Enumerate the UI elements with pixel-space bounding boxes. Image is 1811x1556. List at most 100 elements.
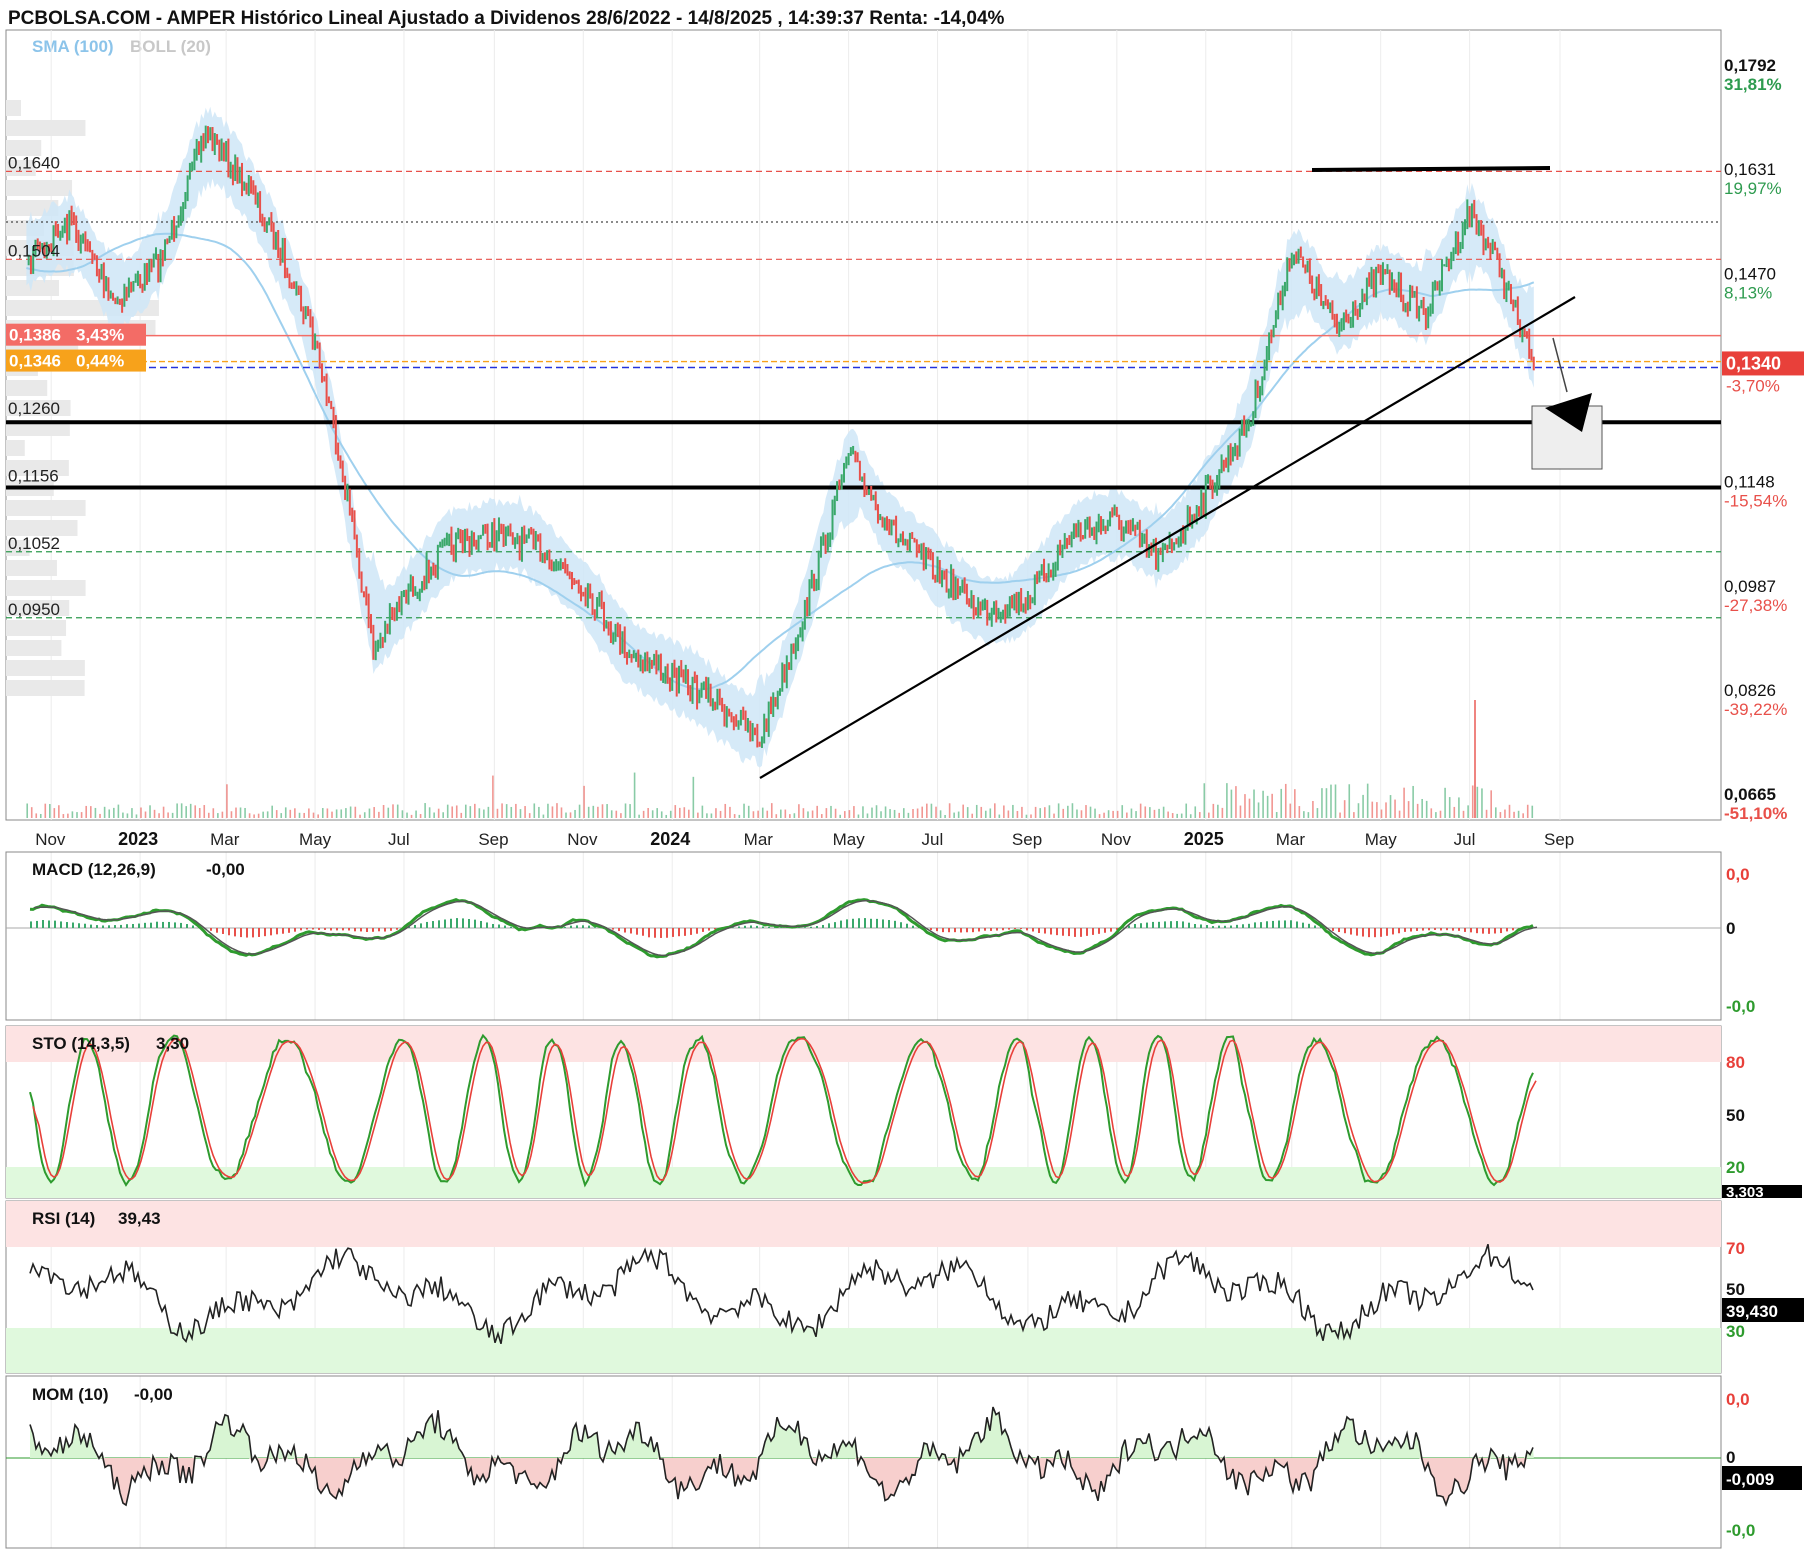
volume-bar [1513,811,1515,818]
volume-bar [1366,783,1369,818]
macd-histogram-bar [1110,928,1112,932]
macd-histogram-bar [1416,928,1418,931]
volume-bar [335,809,338,818]
volume-bar [647,808,649,818]
macd-histogram-bar [342,928,344,931]
macd-value: -0,00 [206,860,245,879]
macd-histogram-bar [1026,928,1028,931]
volume-bar [1380,809,1383,818]
macd-histogram-bar [690,928,692,935]
volume-bar [1235,786,1237,818]
volume-bar [321,808,324,818]
sto-axis-80: 80 [1726,1053,1745,1072]
volume-bar [108,809,111,818]
volume-bar [898,812,900,818]
volume-bar [303,812,305,818]
volume-bar [935,806,937,818]
volume-bar [1144,806,1147,818]
volume-bar [1208,812,1210,818]
macd-histogram-bar [1038,928,1040,933]
volume-bar [501,803,503,818]
volume-bar [349,806,352,818]
x-tick-label: May [1365,830,1398,849]
macd-histogram-bar [1482,928,1484,934]
volume-bar [1348,784,1351,818]
volume-bar [780,809,782,818]
macd-axis-mid: 0 [1726,919,1735,938]
volume-bar [701,805,704,818]
x-tick-label: 2023 [118,829,158,849]
macd-histogram-bar [156,921,158,928]
macd-histogram-bar [1014,928,1016,930]
volume-bar [880,811,882,818]
volume-bar [126,813,129,818]
volume-bar [729,806,731,818]
volume-bar [257,813,260,818]
profile-bar [6,660,85,676]
volume-bar [410,814,413,818]
volume-bar [998,814,1001,818]
macd-histogram-bar [864,918,866,928]
x-tick-label: 2024 [650,829,690,849]
volume-bar [1398,810,1401,818]
left-level-label: 0,0950 [8,600,60,619]
macd-histogram-bar [240,928,242,938]
volume-bar [1116,810,1119,818]
volume-bar [1162,806,1165,818]
macd-histogram-bar [498,924,500,928]
macd-histogram-bar [972,928,974,933]
volume-bar [424,803,426,818]
macd-histogram-bar [1074,928,1076,937]
volume-bar [1371,801,1374,818]
volume-bar [1025,814,1028,818]
volume-bar [226,784,228,818]
macd-histogram-bar [738,926,740,928]
volume-bar [1266,795,1269,818]
profile-bar [6,380,48,396]
macd-histogram-bar [1032,928,1034,932]
volume-bar [478,808,481,818]
macd-histogram-bar [162,921,164,928]
profile-bar [6,120,86,136]
volume-bar [975,804,978,818]
current-price-value: 0,1340 [1726,353,1781,373]
sto-value: 3,30 [156,1034,189,1053]
current-price-pct: -3,70% [1726,376,1780,395]
volume-bar [1334,784,1337,818]
right-axis-price: 0,0665 [1724,785,1776,804]
profile-bar [6,580,86,596]
volume-bar [793,813,796,818]
macd-histogram-bar [648,928,650,938]
volume-bar [1076,809,1078,818]
volume-bar [1067,805,1069,818]
volume-bar [775,814,778,818]
macd-histogram-bar [510,926,512,928]
macd-histogram-bar [870,918,872,928]
macd-histogram-bar [84,923,86,928]
macd-histogram-bar [1470,928,1472,933]
macd-histogram-bar [348,928,350,931]
volume-bar [1435,812,1437,818]
macd-histogram-bar [492,923,494,928]
macd-histogram-bar [1050,928,1052,935]
macd-histogram-bar [360,928,362,932]
macd-histogram-bar [468,919,470,928]
macd-histogram-bar [114,925,116,928]
macd-histogram-bar [1218,925,1220,928]
volume-bar [770,803,773,818]
volume-bar [1103,812,1105,818]
volume-bar [1362,794,1364,818]
macd-histogram-bar [324,928,326,930]
chart-title: PCBOLSA.COM - AMPER Histórico Lineal Aju… [8,8,1005,29]
volume-bar [71,811,74,818]
volume-bar [1021,806,1023,818]
volume-bar [556,803,558,818]
volume-bar [907,812,910,818]
volume-bar [724,803,727,818]
volume-bar [738,814,741,818]
macd-histogram-bar [96,925,98,928]
volume-bar [35,813,38,818]
volume-bar [167,812,169,818]
macd-histogram-bar [300,928,302,931]
macd-histogram-bar [1056,928,1058,936]
